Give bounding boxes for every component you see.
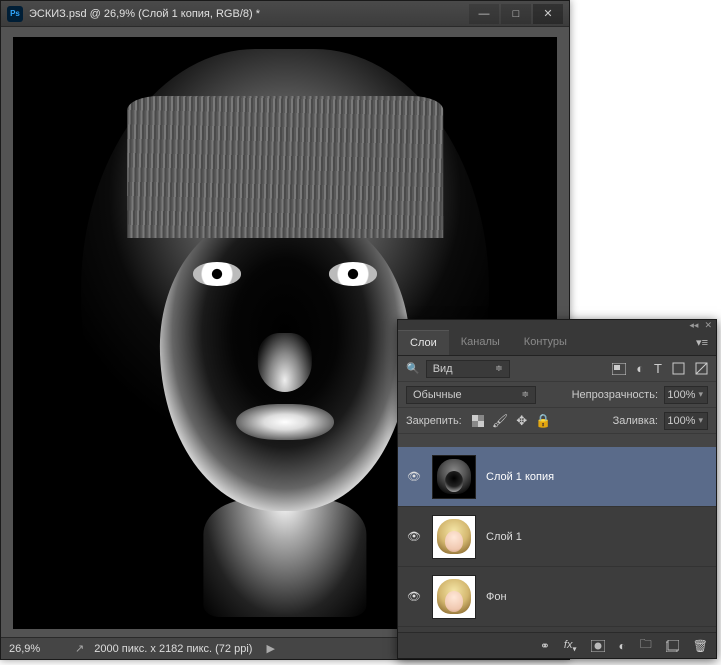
layers-panel: ◂◂ ✕ Слои Каналы Контуры ▾≡ 🔍 Вид ≑ ◐ T … — [397, 319, 717, 659]
close-button[interactable]: ✕ — [533, 4, 563, 24]
lock-all-icon[interactable]: 🔒 — [535, 413, 551, 429]
filter-pixel-icon[interactable] — [612, 361, 626, 376]
lock-transparent-icon[interactable] — [472, 413, 484, 429]
filter-kind-dropdown[interactable]: Вид ≑ — [426, 360, 510, 378]
blend-mode-dropdown[interactable]: Обычные ≑ — [406, 386, 536, 404]
info-menu-arrow-icon[interactable]: ▶ — [266, 642, 274, 655]
panel-tabs: Слои Каналы Контуры ▾≡ — [398, 330, 716, 356]
layers-list: 👁 Слой 1 копия 👁 Слой 1 👁 Фон — [398, 447, 716, 632]
visibility-toggle-icon[interactable]: 👁 — [406, 590, 422, 603]
layer-thumbnail[interactable] — [432, 575, 476, 619]
layer-thumbnail[interactable] — [432, 515, 476, 559]
maximize-button[interactable]: □ — [501, 4, 531, 24]
fill-label: Заливка: — [613, 415, 658, 427]
layer-thumbnail[interactable] — [432, 455, 476, 499]
blend-mode-value: Обычные — [413, 389, 462, 401]
layer-name[interactable]: Слой 1 — [486, 531, 522, 543]
layer-style-icon[interactable]: fx▾ — [564, 637, 577, 653]
delete-layer-icon[interactable]: 🗑 — [693, 639, 708, 653]
zoom-level[interactable]: 26,9% — [9, 643, 65, 655]
layer-name[interactable]: Фон — [486, 591, 507, 603]
layer-row[interactable]: 👁 Фон — [398, 567, 716, 627]
layer-row[interactable]: 👁 Слой 1 — [398, 507, 716, 567]
filter-row: 🔍 Вид ≑ ◐ T — [398, 356, 716, 382]
filter-type-icon[interactable]: T — [654, 361, 662, 376]
link-layers-icon[interactable]: ⚭ — [540, 639, 550, 653]
app-icon: Ps — [7, 6, 23, 22]
fill-value: 100% — [667, 415, 695, 427]
filter-kind-label: Вид — [433, 363, 453, 375]
lock-row: Закрепить: 🖌 ✥ 🔒 Заливка: 100%▾ — [398, 408, 716, 434]
layer-row[interactable]: 👁 Слой 1 копия — [398, 447, 716, 507]
opacity-value: 100% — [667, 389, 695, 401]
lock-pixels-icon[interactable]: 🖌 — [492, 413, 509, 429]
collapse-icon[interactable]: ◂◂ — [689, 320, 698, 331]
opacity-label: Непрозрачность: — [572, 389, 658, 401]
chevron-down-icon: ≑ — [495, 363, 503, 374]
titlebar[interactable]: Ps ЭСКИЗ.psd @ 26,9% (Слой 1 копия, RGB/… — [1, 1, 569, 27]
blend-row: Обычные ≑ Непрозрачность: 100%▾ — [398, 382, 716, 408]
tab-channels[interactable]: Каналы — [449, 330, 512, 355]
new-layer-icon[interactable] — [666, 640, 679, 652]
panel-menu-icon[interactable]: ▾≡ — [688, 330, 716, 355]
panel-drag-handle[interactable]: ◂◂ ✕ — [398, 320, 716, 330]
group-icon[interactable]: 🗀 — [640, 635, 652, 656]
adjustment-layer-icon[interactable]: ◐ — [619, 639, 626, 653]
panel-footer: ⚭ fx▾ ◐ 🗀 🗑 — [398, 632, 716, 658]
visibility-toggle-icon[interactable]: 👁 — [406, 470, 422, 483]
visibility-toggle-icon[interactable]: 👁 — [406, 530, 422, 543]
document-info[interactable]: 2000 пикс. x 2182 пикс. (72 ppi) — [94, 643, 252, 655]
share-icon[interactable]: ↗ — [75, 642, 84, 655]
layer-name[interactable]: Слой 1 копия — [486, 471, 554, 483]
lock-label: Закрепить: — [406, 415, 462, 427]
opacity-input[interactable]: 100%▾ — [664, 386, 708, 404]
filter-adjustment-icon[interactable]: ◐ — [636, 361, 644, 376]
lock-position-icon[interactable]: ✥ — [516, 413, 527, 429]
fill-input[interactable]: 100%▾ — [664, 412, 708, 430]
chevron-down-icon: ≑ — [521, 389, 529, 400]
layer-mask-icon[interactable] — [591, 640, 605, 652]
tab-paths[interactable]: Контуры — [512, 330, 579, 355]
panel-close-icon[interactable]: ✕ — [704, 320, 712, 331]
filter-shape-icon[interactable] — [672, 361, 685, 376]
filter-smartobject-icon[interactable] — [695, 361, 708, 376]
tab-layers[interactable]: Слои — [398, 330, 449, 355]
window-title: ЭСКИЗ.psd @ 26,9% (Слой 1 копия, RGB/8) … — [29, 8, 467, 20]
minimize-button[interactable]: — — [469, 4, 499, 24]
search-icon: 🔍 — [406, 362, 420, 375]
